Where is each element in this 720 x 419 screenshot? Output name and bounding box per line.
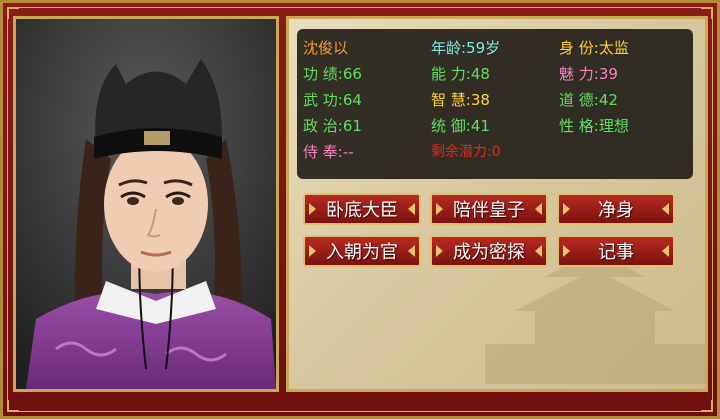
button-label: 成为密探 [453,242,525,263]
info-panel: 沈俊以 年龄:59岁 身 份:太监 功 绩:66 能 力:48 魅 力:39 武… [286,16,708,392]
button-label: 陪伴皇子 [453,200,525,221]
arrow-right-icon [662,203,669,215]
character-name: 沈俊以 [303,39,349,57]
stat-charm: 魅 力:39 [559,65,618,83]
arrow-left-icon [436,245,443,257]
stat-potential: 剩余潜力:0 [431,144,501,160]
button-label: 卧底大臣 [326,200,398,221]
arrow-left-icon [309,203,316,215]
button-label: 记事 [598,242,634,263]
arrow-left-icon [563,245,570,257]
stat-command: 统 御:41 [431,117,490,135]
stat-ability: 能 力:48 [431,65,490,83]
stat-service: 侍 奉:-- [303,143,354,161]
character-portrait [13,16,279,392]
stat-martial: 武 功:64 [303,91,362,109]
arrow-right-icon [662,245,669,257]
enter-court-button[interactable]: 入朝为官 [303,235,421,267]
button-label: 净身 [598,200,634,221]
arrow-left-icon [309,245,316,257]
stat-politics: 政 治:61 [303,117,362,135]
arrow-left-icon [436,203,443,215]
eunuch-portrait-image [16,19,276,389]
arrow-right-icon [408,245,415,257]
stat-wisdom: 智 慧:38 [431,91,490,109]
corner-ornament [7,400,19,412]
stat-personality: 性 格:理想 [559,117,629,135]
arrow-right-icon [535,203,542,215]
accompany-prince-button[interactable]: 陪伴皇子 [430,193,548,225]
record-events-button[interactable]: 记事 [557,235,675,267]
button-label: 入朝为官 [326,242,398,263]
castration-button[interactable]: 净身 [557,193,675,225]
stat-morality: 道 德:42 [559,91,618,109]
stat-age: 年龄:59岁 [431,39,501,57]
arrow-left-icon [563,203,570,215]
become-spy-button[interactable]: 成为密探 [430,235,548,267]
stats-box: 沈俊以 年龄:59岁 身 份:太监 功 绩:66 能 力:48 魅 力:39 武… [297,29,693,179]
stat-merit: 功 绩:66 [303,65,362,83]
palace-silhouette-decoration [485,249,705,384]
arrow-right-icon [535,245,542,257]
undercover-minister-button[interactable]: 卧底大臣 [303,193,421,225]
stat-identity: 身 份:太监 [559,39,629,57]
corner-ornament [701,400,713,412]
arrow-right-icon [408,203,415,215]
